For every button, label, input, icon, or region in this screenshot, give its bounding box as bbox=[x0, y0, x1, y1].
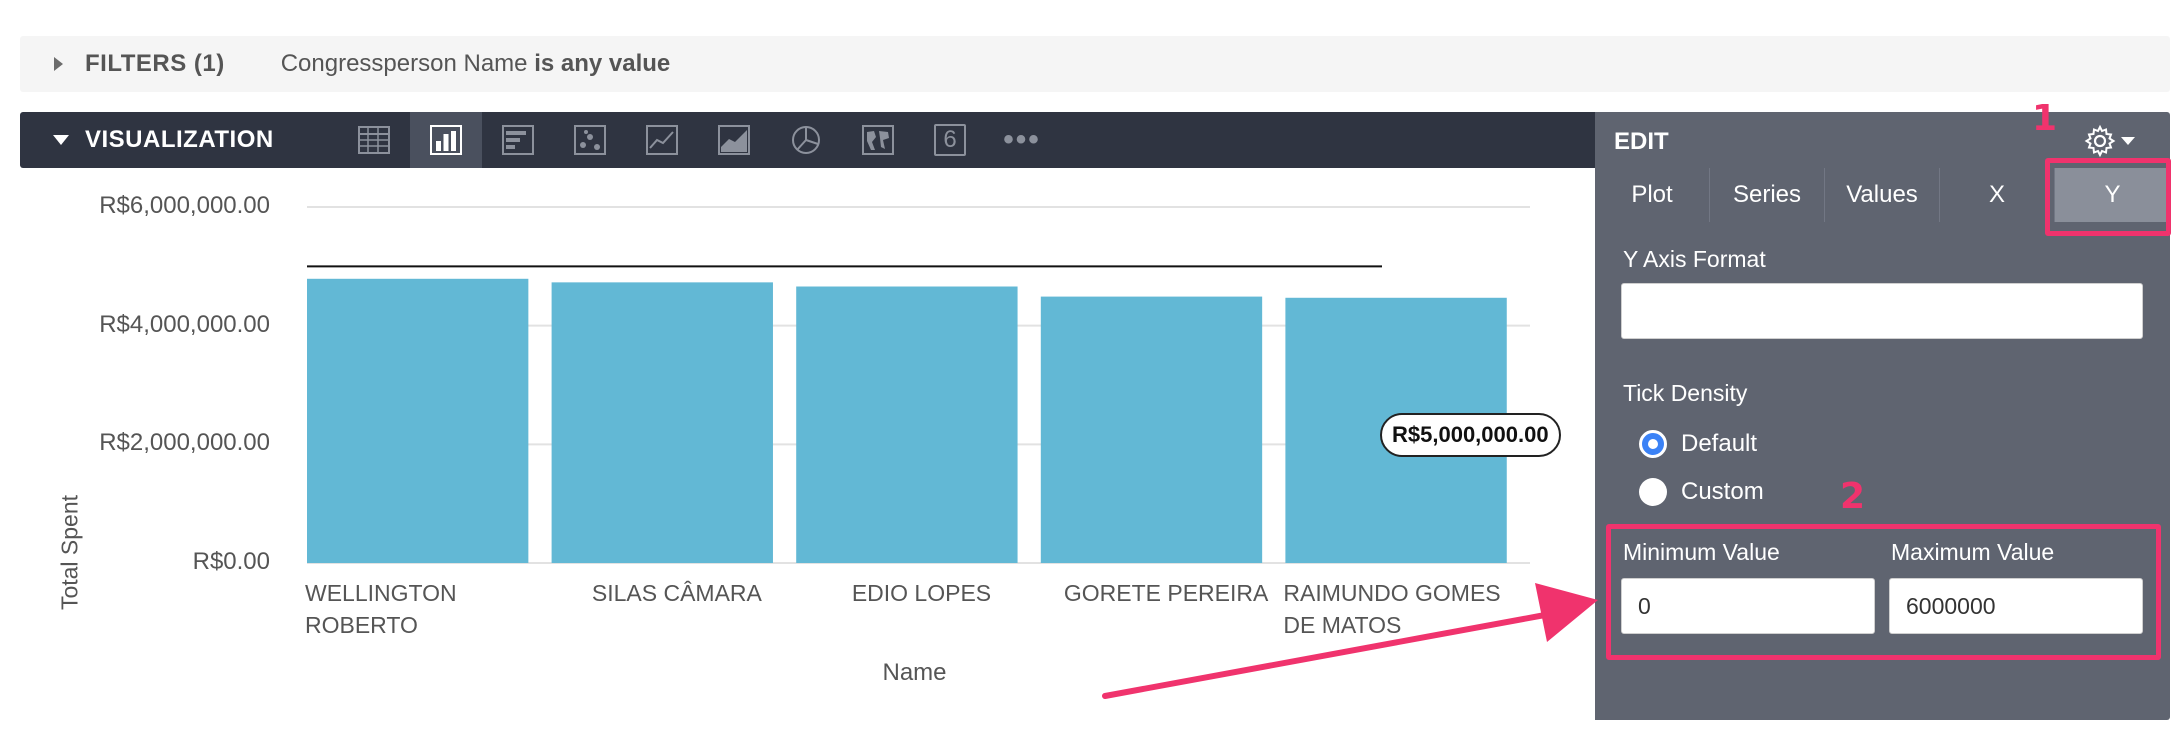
x-tick-label: EDIO LOPES bbox=[794, 577, 1049, 609]
annotation-number-2: 2 bbox=[1840, 476, 1866, 517]
table-icon[interactable] bbox=[338, 112, 410, 168]
x-tick-label-line: ROBERTO bbox=[305, 612, 418, 638]
x-tick-label-line: GORETE PEREIRA bbox=[1063, 580, 1269, 606]
y-axis-format-label: Y Axis Format bbox=[1623, 246, 1766, 272]
edit-panel-title: EDIT bbox=[1614, 128, 1669, 155]
radio-checked-icon[interactable] bbox=[1639, 430, 1667, 458]
bar[interactable] bbox=[1040, 296, 1263, 563]
column-chart-icon[interactable] bbox=[410, 112, 482, 168]
annotation-number-1: 1 bbox=[2032, 98, 2058, 139]
tab-values[interactable]: Values bbox=[1825, 168, 1940, 222]
visualization-type-picker: 6 ••• bbox=[338, 112, 1058, 168]
scatter-icon[interactable] bbox=[554, 112, 626, 168]
x-tick-label-line: DE MATOS bbox=[1283, 612, 1402, 638]
filters-bar[interactable]: FILTERS (1) Congressperson Name is any v… bbox=[20, 36, 2170, 92]
chart-area: Total Spent R$0.00 R$2,000,000.00 R$4,000,… bbox=[20, 168, 1595, 708]
visualization-label[interactable]: VISUALIZATION bbox=[85, 126, 274, 154]
tick-density-label: Tick Density bbox=[1623, 380, 1748, 406]
annotation-box-min-max bbox=[1606, 524, 2161, 660]
x-tick-label: GORETE PEREIRA bbox=[1039, 577, 1294, 609]
tab-series[interactable]: Series bbox=[1710, 168, 1825, 222]
more-glyph: ••• bbox=[1003, 123, 1041, 156]
tick-density-default-label: Default bbox=[1681, 430, 1758, 457]
gear-icon[interactable] bbox=[2083, 124, 2117, 158]
bar[interactable] bbox=[551, 282, 773, 563]
x-tick-label-line: WELLINGTON bbox=[305, 580, 457, 606]
filter-field: Congressperson Name bbox=[280, 50, 528, 77]
bar[interactable] bbox=[307, 278, 529, 563]
reference-line-label: R$5,000,000.00 bbox=[1380, 413, 1561, 457]
settings-menu[interactable] bbox=[2083, 124, 2135, 158]
x-tick-label: SILAS CÂMARA bbox=[550, 577, 805, 609]
radio-unchecked-icon[interactable] bbox=[1639, 478, 1667, 506]
tick-density-custom-radio[interactable]: Custom bbox=[1639, 478, 1764, 506]
y-axis-format-input[interactable] bbox=[1621, 283, 2143, 339]
filter-condition: is any value bbox=[534, 50, 671, 77]
single-value-icon[interactable]: 6 bbox=[914, 112, 986, 168]
x-tick-label-line: RAIMUNDO GOMES bbox=[1283, 580, 1501, 606]
x-tick-label: WELLINGTON ROBERTO bbox=[305, 577, 560, 641]
bar[interactable] bbox=[796, 286, 1018, 563]
visualization-header: VISUALIZATION 6 ••• bbox=[20, 112, 1595, 168]
expand-caret-icon[interactable] bbox=[54, 57, 63, 71]
line-chart-icon[interactable] bbox=[626, 112, 698, 168]
more-icon[interactable]: ••• bbox=[986, 112, 1058, 168]
x-tick-label-line: EDIO LOPES bbox=[851, 580, 992, 606]
pie-chart-icon[interactable] bbox=[770, 112, 842, 168]
annotation-box-y-tab bbox=[2045, 158, 2171, 236]
single-value-glyph: 6 bbox=[934, 124, 966, 156]
tick-density-default-radio[interactable]: Default bbox=[1639, 430, 1757, 458]
tick-density-custom-label: Custom bbox=[1681, 478, 1764, 505]
map-icon[interactable] bbox=[842, 112, 914, 168]
area-chart-icon[interactable] bbox=[698, 112, 770, 168]
x-tick-label: RAIMUNDO GOMES DE MATOS bbox=[1283, 577, 1538, 641]
x-tick-label-line: SILAS CÂMARA bbox=[591, 580, 762, 606]
filter-summary: Congressperson Name is any value bbox=[281, 50, 671, 78]
x-axis-label: Name bbox=[882, 659, 947, 686]
filters-label[interactable]: FILTERS (1) bbox=[85, 50, 225, 78]
chevron-down-icon[interactable] bbox=[2121, 137, 2135, 145]
bar-chart-icon[interactable] bbox=[482, 112, 554, 168]
tab-plot[interactable]: Plot bbox=[1595, 168, 1710, 222]
tab-x[interactable]: X bbox=[1940, 168, 2055, 222]
collapse-caret-icon[interactable] bbox=[53, 135, 69, 145]
